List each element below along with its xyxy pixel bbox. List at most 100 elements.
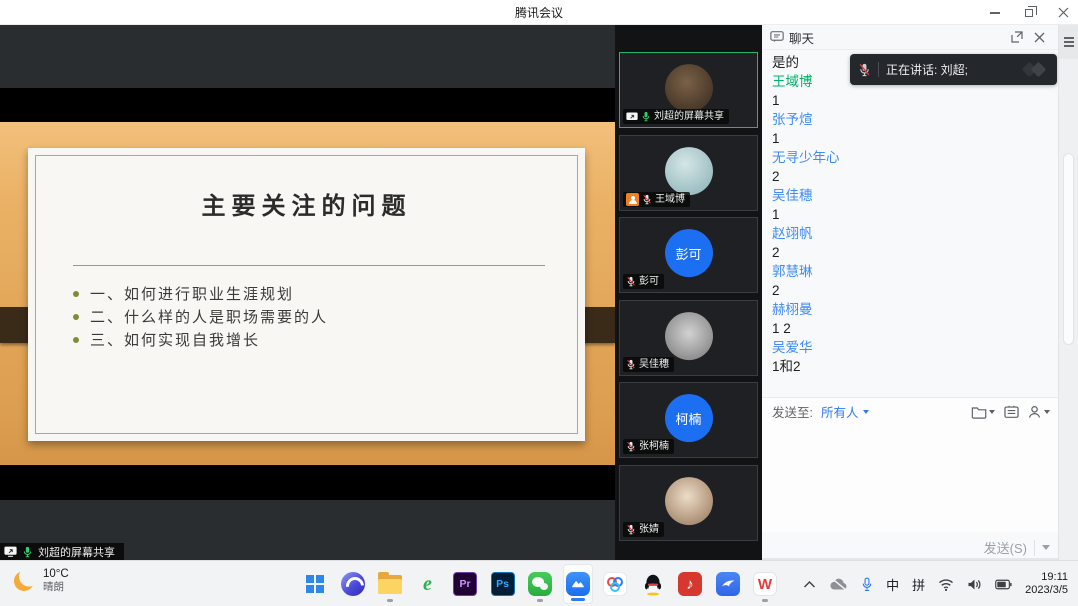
chat-message: 2 (772, 281, 1058, 300)
sidebar-menu-button[interactable] (1059, 25, 1078, 59)
avatar (665, 312, 713, 360)
side-strip (1058, 25, 1078, 560)
ime-lang-indicator[interactable]: 中 (886, 575, 899, 594)
taskbar-app-tencent-meeting[interactable] (563, 564, 593, 604)
close-button[interactable] (1054, 4, 1072, 22)
ime-pinyin-indicator[interactable]: 拼 (912, 575, 925, 594)
start-button[interactable] (300, 564, 330, 604)
slide-title: 主要关注的问题 (28, 186, 585, 221)
send-file-button[interactable] (971, 405, 995, 419)
chat-sender-name[interactable]: 吴佳穗 (772, 186, 1058, 205)
moon-icon (12, 569, 36, 593)
minimize-icon (990, 12, 1000, 14)
minimize-button[interactable] (986, 4, 1004, 22)
chat-sender-name[interactable]: 张予煊 (772, 110, 1058, 129)
mic-muted-icon (626, 441, 636, 452)
screen-share-icon (626, 112, 638, 122)
participant-tile-zhangkenan[interactable]: 柯楠 张柯楠 (619, 382, 758, 458)
participant-tile-pengke[interactable]: 彭可 彭可 (619, 217, 758, 293)
send-to-label: 发送至: (772, 402, 813, 421)
close-icon (1058, 7, 1069, 18)
restore-button[interactable] (1020, 4, 1038, 22)
participant-label: 张柯楠 (623, 439, 674, 454)
taskbar-app-dock: e Pr Ps (300, 561, 780, 606)
taskbar-app-wechat[interactable] (525, 564, 555, 604)
send-to-selector[interactable]: 所有人 (821, 402, 869, 421)
chat-sender-name[interactable]: 赫栩曼 (772, 300, 1058, 319)
send-divider (1034, 540, 1035, 556)
announcement-button[interactable] (1004, 405, 1019, 419)
window-titlebar: 腾讯会议 (0, 0, 1078, 25)
participant-tile-wangyubo[interactable]: 王域博 (619, 135, 758, 211)
hidden-icons-chevron[interactable] (803, 580, 816, 589)
photoshop-icon: Ps (491, 572, 515, 596)
taskbar-app-internet-explorer[interactable]: e (413, 564, 443, 604)
chat-message: 1 2 (772, 319, 1058, 338)
wifi-icon[interactable] (938, 578, 954, 591)
participant-label: 彭可 (623, 274, 664, 289)
chevron-down-icon (1044, 410, 1050, 414)
mic-muted-icon (858, 63, 871, 77)
participant-strip: 刘超的屏幕共享 王域博 彭可 (615, 25, 762, 560)
chat-sender-name[interactable]: 赵翊帆 (772, 224, 1058, 243)
chat-message-list[interactable]: 是的 王域博 1 张予煊 1 无寻少年心 2 吴佳穗 1 赵翊帆 2 郭慧琳 2… (762, 50, 1058, 397)
chat-message: 1 (772, 91, 1058, 110)
chat-message: 1 (772, 205, 1058, 224)
participant-tile-zhangjing[interactable]: 张婧 (619, 465, 758, 541)
taskbar-app-photoshop[interactable]: Ps (488, 564, 518, 604)
weather-widget[interactable]: 10°C 晴朗 (14, 568, 69, 594)
cloud-sync-icon[interactable] (829, 577, 848, 591)
mic-muted-icon (642, 194, 652, 205)
taskbar-app-rings[interactable] (600, 564, 630, 604)
participant-label: 王域博 (623, 192, 690, 207)
screen-share-banner: 刘超的屏幕共享 (0, 543, 124, 560)
chat-sender-name[interactable]: 吴爱华 (772, 338, 1058, 357)
screen-share-icon (4, 546, 17, 557)
close-chat-button[interactable] (1028, 26, 1050, 48)
announcement-icon (1004, 405, 1019, 419)
battery-icon[interactable] (995, 579, 1012, 590)
send-button[interactable]: 发送(S) (984, 538, 1027, 557)
taskbar-app-qq[interactable] (638, 564, 668, 604)
participant-label: 张婧 (623, 522, 664, 537)
popout-icon (1011, 31, 1023, 43)
clock-date: 2023/3/5 (1025, 584, 1068, 598)
screen-share-banner-label: 刘超的屏幕共享 (38, 544, 115, 560)
taskbar-app-wps[interactable]: W (750, 564, 780, 604)
taskbar-clock[interactable]: 19:11 2023/3/5 (1025, 571, 1068, 598)
chat-bubble-icon (770, 31, 784, 43)
tray-mic-icon[interactable] (861, 577, 873, 592)
chat-sender-name[interactable]: 无寻少年心 (772, 148, 1058, 167)
participant-tile-wujiasui[interactable]: 吴佳穗 (619, 300, 758, 376)
speaker-icon[interactable] (967, 578, 982, 591)
window-title: 腾讯会议 (0, 4, 1078, 21)
mic-muted-icon (626, 524, 636, 535)
popout-chat-button[interactable] (1006, 26, 1028, 48)
chat-sender-name[interactable]: 郭慧琳 (772, 262, 1058, 281)
internet-explorer-icon: e (423, 573, 432, 596)
taskbar-app-premiere[interactable]: Pr (450, 564, 480, 604)
speaking-toast: 正在讲话: 刘超; (850, 54, 1057, 85)
clock-time: 19:11 (1025, 571, 1068, 585)
chat-message: 2 (772, 167, 1058, 186)
taskbar-app-file-explorer[interactable] (375, 564, 405, 604)
xunlei-bird-icon (716, 572, 740, 596)
avatar (665, 147, 713, 195)
wps-icon: W (753, 572, 777, 596)
rings-app-icon (603, 572, 627, 596)
chat-send-to-bar: 发送至: 所有人 (762, 397, 1058, 425)
member-select-button[interactable] (1028, 405, 1050, 419)
chat-panel-title: 聊天 (789, 28, 814, 47)
tencent-meeting-window: 腾讯会议 主要关注的问题 一、如何进行职业生涯规划 二、什么样的人是职场需要的人… (0, 0, 1078, 606)
taskbar-app-browser[interactable] (338, 564, 368, 604)
slide-bullet: 二、什么样的人是职场需要的人 (73, 305, 555, 328)
system-tray: 中 拼 19:11 2023/3/5 (803, 561, 1068, 606)
send-options-button[interactable] (1042, 545, 1050, 550)
chat-message-input[interactable] (762, 425, 1058, 532)
chat-message: 1和2 (772, 357, 1058, 376)
chat-scrollbar[interactable] (1063, 153, 1074, 345)
taskbar-app-xunlei[interactable] (713, 564, 743, 604)
participant-tile-liuchao-share[interactable]: 刘超的屏幕共享 (619, 52, 758, 128)
bullet-dot-icon (73, 291, 79, 297)
taskbar-app-netease-music[interactable]: ♪ (675, 564, 705, 604)
